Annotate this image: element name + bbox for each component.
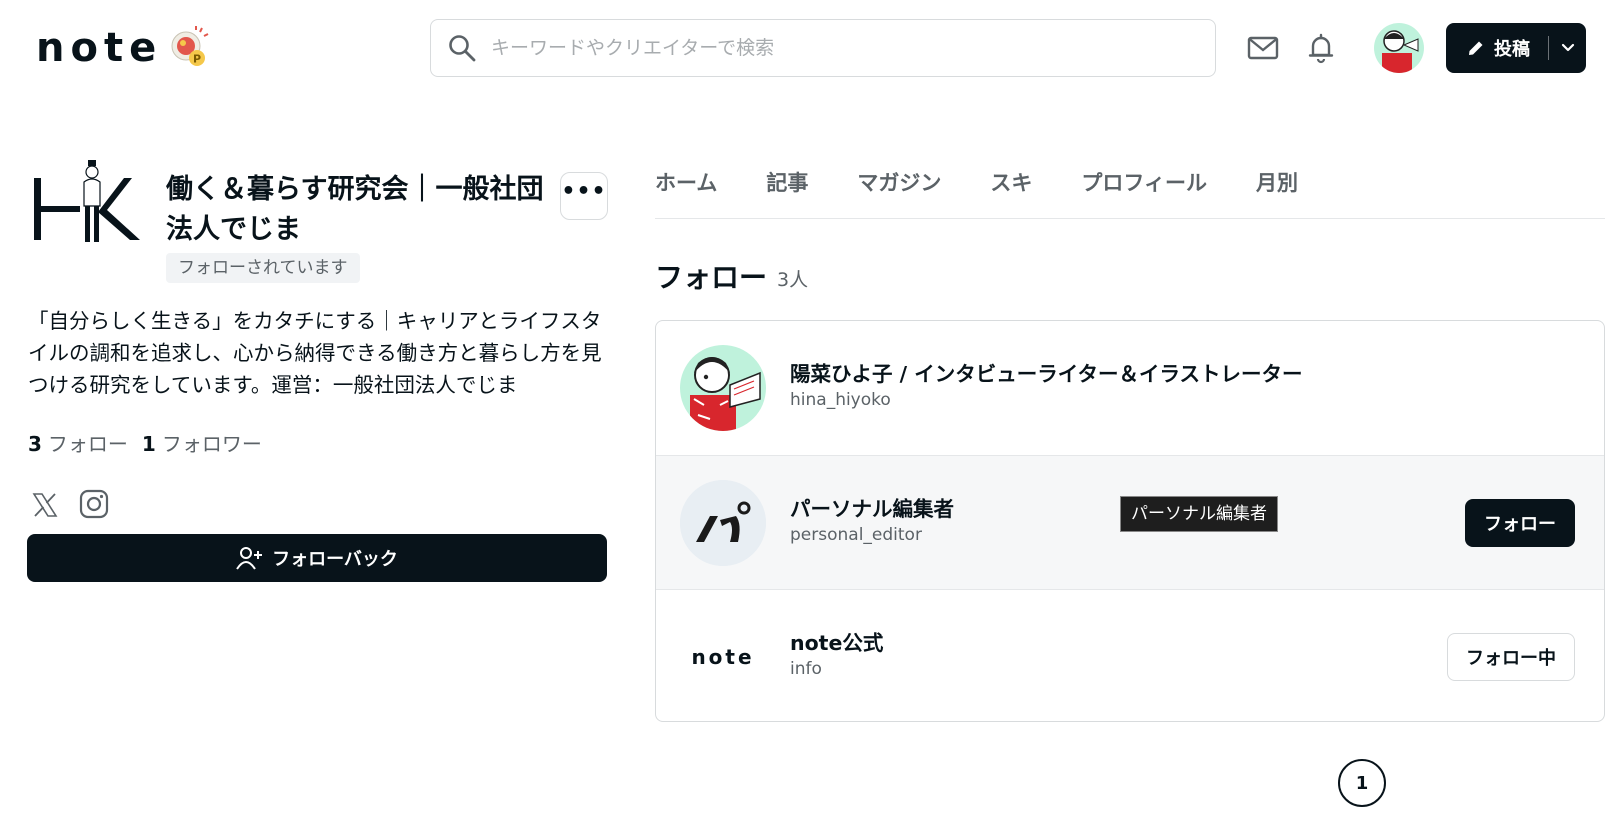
section-count: 3人 [777, 269, 809, 291]
tab-likes[interactable]: スキ [990, 162, 1032, 204]
svg-text:P: P [193, 53, 201, 66]
follow-back-label: フォローバック [272, 549, 398, 570]
follow-back-button[interactable]: フォローバック [27, 534, 607, 582]
header: note P キーワードやクリエイターで検索 投稿 [0, 0, 1620, 96]
section-title: フォロー [655, 261, 768, 294]
pencil-icon [1469, 41, 1483, 55]
user-plus-icon [236, 547, 263, 570]
follow-list: 陽菜ひよ子 / インタビューライター＆イラストレーター hina_hiyoko … [655, 320, 1605, 722]
follow-id: hina_hiyoko [790, 390, 891, 410]
note-avatar-logo: note [691, 645, 755, 669]
instagram-icon[interactable] [78, 488, 110, 520]
tab-articles[interactable]: 記事 [766, 162, 808, 204]
search-input[interactable] [491, 37, 1191, 59]
mail-icon[interactable] [1246, 31, 1280, 65]
list-item[interactable]: 陽菜ひよ子 / インタビューライター＆イラストレーター hina_hiyoko [656, 321, 1604, 455]
hk-logo-icon [34, 160, 140, 242]
user-avatar[interactable] [680, 480, 766, 566]
tab-profile[interactable]: プロフィール [1081, 162, 1207, 204]
follow-name[interactable]: 陽菜ひよ子 / インタビューライター＆イラストレーター [790, 357, 1303, 387]
search-box[interactable] [430, 19, 1216, 77]
following-button[interactable]: フォロー中 [1447, 633, 1575, 681]
x-twitter-icon[interactable] [30, 490, 60, 520]
user-avatar[interactable] [1374, 23, 1424, 73]
more-options-button[interactable]: ••• [560, 172, 608, 220]
user-avatar[interactable]: note [680, 614, 766, 700]
name-tooltip: パーソナル編集者 [1120, 496, 1278, 532]
post-button-divider [1548, 36, 1549, 60]
follow-name[interactable]: note公式 [790, 626, 883, 656]
tab-magazines[interactable]: マガジン [857, 162, 941, 204]
followed-by-badge: フォローされています [166, 253, 360, 283]
follow-id: info [790, 659, 822, 679]
follow-button[interactable]: フォロー [1465, 499, 1575, 547]
tab-monthly[interactable]: 月別 [1256, 162, 1298, 204]
post-button[interactable]: 投稿 [1446, 23, 1586, 73]
search-icon [449, 35, 476, 62]
note-logo[interactable]: note P [36, 25, 210, 71]
post-button-label: 投稿 [1494, 39, 1530, 60]
more-icon: ••• [561, 179, 607, 204]
profile-avatar [32, 158, 142, 258]
follow-name[interactable]: パーソナル編集者 [790, 492, 954, 522]
pagination-current-page[interactable]: 1 [1338, 759, 1386, 807]
logo-text: note [36, 25, 163, 71]
profile-name: 働く＆暮らす研究会｜一般社団法人でじま [166, 174, 544, 245]
tab-home[interactable]: ホーム [655, 162, 717, 204]
profile-bio: 「自分らしく生きる」をカタチにする｜キャリアとライフスタイルの調和を追求し、心か… [28, 309, 602, 397]
follower-count-link[interactable]: 1 フォロワー [142, 428, 262, 457]
chevron-down-icon[interactable] [1558, 37, 1578, 59]
follow-id: personal_editor [790, 525, 922, 545]
avatar-pa-icon [680, 480, 766, 566]
profile-tabs: ホーム 記事 マガジン スキ プロフィール 月別 [655, 162, 1347, 204]
bell-icon[interactable] [1304, 31, 1338, 65]
follow-counts: 3 フォロー 1 フォロワー [28, 428, 262, 457]
list-item[interactable]: note note公式 info フォロー中 [656, 589, 1604, 721]
user-avatar[interactable] [680, 345, 766, 431]
follow-count-link[interactable]: 3 フォロー [28, 428, 128, 457]
avatar-illustration [680, 345, 766, 431]
avatar-illustration [1374, 23, 1424, 73]
tabs-divider [655, 218, 1605, 219]
event-badge-icon: P [171, 26, 209, 66]
list-item[interactable]: パーソナル編集者 personal_editor パーソナル編集者 フォロー [656, 455, 1604, 589]
